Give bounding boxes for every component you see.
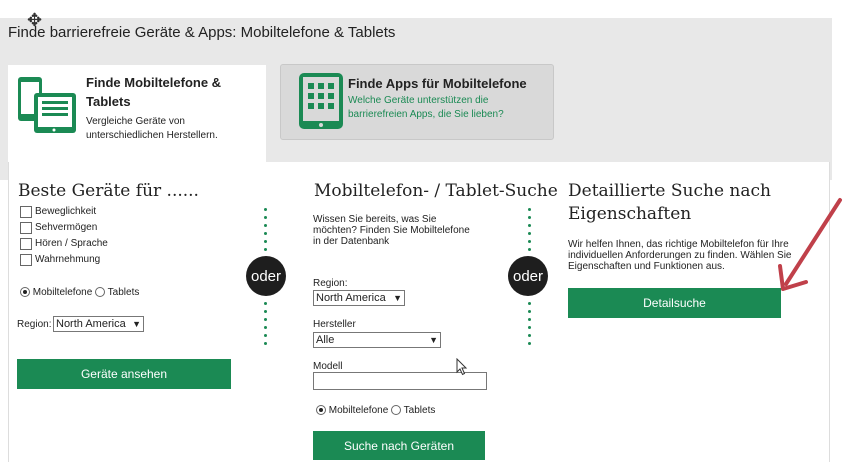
detail-search-button[interactable]: Detailsuche <box>568 288 781 318</box>
manufacturer-select[interactable]: Alle ▼ <box>313 332 441 348</box>
device-search-intro: Wissen Sie bereits, was Sie möchten? Fin… <box>313 214 470 247</box>
divider-dots-top <box>528 208 531 256</box>
checkbox-mobility[interactable]: Beweglichkeit <box>20 204 108 220</box>
device-search-title: Mobiltelefon- / Tablet-Suche <box>314 181 558 201</box>
radio-tablets[interactable] <box>391 405 402 416</box>
divider-dots-bottom <box>528 302 531 350</box>
select-value: North America <box>56 318 126 330</box>
app-grid-icon <box>299 73 343 129</box>
radio-label: Mobiltelefone <box>32 287 93 298</box>
search-devices-button[interactable]: Suche nach Geräten <box>313 431 485 460</box>
checkbox-box[interactable] <box>20 222 32 234</box>
view-devices-button[interactable]: Geräte ansehen <box>17 359 231 389</box>
checkbox-label: Sehvermögen <box>35 222 98 233</box>
select-value: Alle <box>316 334 335 346</box>
radio-label: Tablets <box>107 287 140 298</box>
checkbox-label: Beweglichkeit <box>35 206 97 217</box>
checkbox-label: Wahrnehmung <box>35 254 101 265</box>
page-title: Finde barrierefreie Geräte & Apps: Mobil… <box>8 24 396 41</box>
tab-find-devices-subtitle: Vergleiche Geräte von unterschiedlichen … <box>86 116 218 141</box>
middle-region-label: Region: <box>313 278 348 289</box>
chevron-down-icon: ▼ <box>393 293 402 303</box>
divider-dots-top <box>264 208 267 256</box>
checkbox-hearing[interactable]: Hören / Sprache <box>20 236 108 252</box>
radio-tablets[interactable] <box>95 287 106 298</box>
middle-device-type-radio-group: Mobiltelefone Tablets <box>316 405 435 416</box>
tab-find-apps-title: Finde Apps für Mobiltelefone <box>348 76 527 91</box>
left-region-label: Region: <box>17 319 52 330</box>
checkbox-label: Hören / Sprache <box>35 238 108 249</box>
middle-region-select[interactable]: North America ▼ <box>313 290 405 306</box>
radio-label: Mobiltelefone <box>328 405 389 416</box>
or-divider-badge: oder <box>508 256 548 296</box>
left-region-select[interactable]: North America ▼ <box>53 316 144 332</box>
checkbox-box[interactable] <box>20 238 32 250</box>
detailed-search-title-line1: Detaillierte Suche nach <box>568 181 771 201</box>
mouse-pointer-icon <box>456 358 468 376</box>
or-divider-badge: oder <box>246 256 286 296</box>
tab-find-devices-title: Finde Mobiltelefone & Tablets <box>86 75 222 109</box>
radio-label: Tablets <box>403 405 436 416</box>
tab-find-apps[interactable]: Finde Apps für Mobiltelefone Welche Gerä… <box>280 64 554 140</box>
radio-mobile-phones[interactable] <box>316 405 326 416</box>
chevron-down-icon: ▼ <box>429 335 438 345</box>
annotation-arrow-icon <box>778 198 842 291</box>
best-devices-title: Beste Geräte für ...... <box>18 181 199 201</box>
phone-tablet-icon <box>18 77 76 133</box>
manufacturer-label: Hersteller <box>313 319 356 330</box>
select-value: North America <box>316 292 386 304</box>
left-device-type-radio-group: Mobiltelefone Tablets <box>20 287 139 298</box>
radio-mobile-phones[interactable] <box>20 287 30 298</box>
checkbox-box[interactable] <box>20 206 32 218</box>
divider-dots-bottom <box>264 302 267 350</box>
checkbox-vision[interactable]: Sehvermögen <box>20 220 108 236</box>
model-label: Modell <box>313 361 343 372</box>
checkbox-cognition[interactable]: Wahrnehmung <box>20 252 108 268</box>
chevron-down-icon: ▼ <box>132 319 141 329</box>
checkbox-box[interactable] <box>20 254 32 266</box>
ability-checkbox-list: Beweglichkeit Sehvermögen Hören / Sprach… <box>20 204 108 268</box>
detailed-search-title-line2: Eigenschaften <box>568 204 692 224</box>
tab-find-apps-subtitle: Welche Geräte unterstützen die barrieref… <box>348 95 504 120</box>
